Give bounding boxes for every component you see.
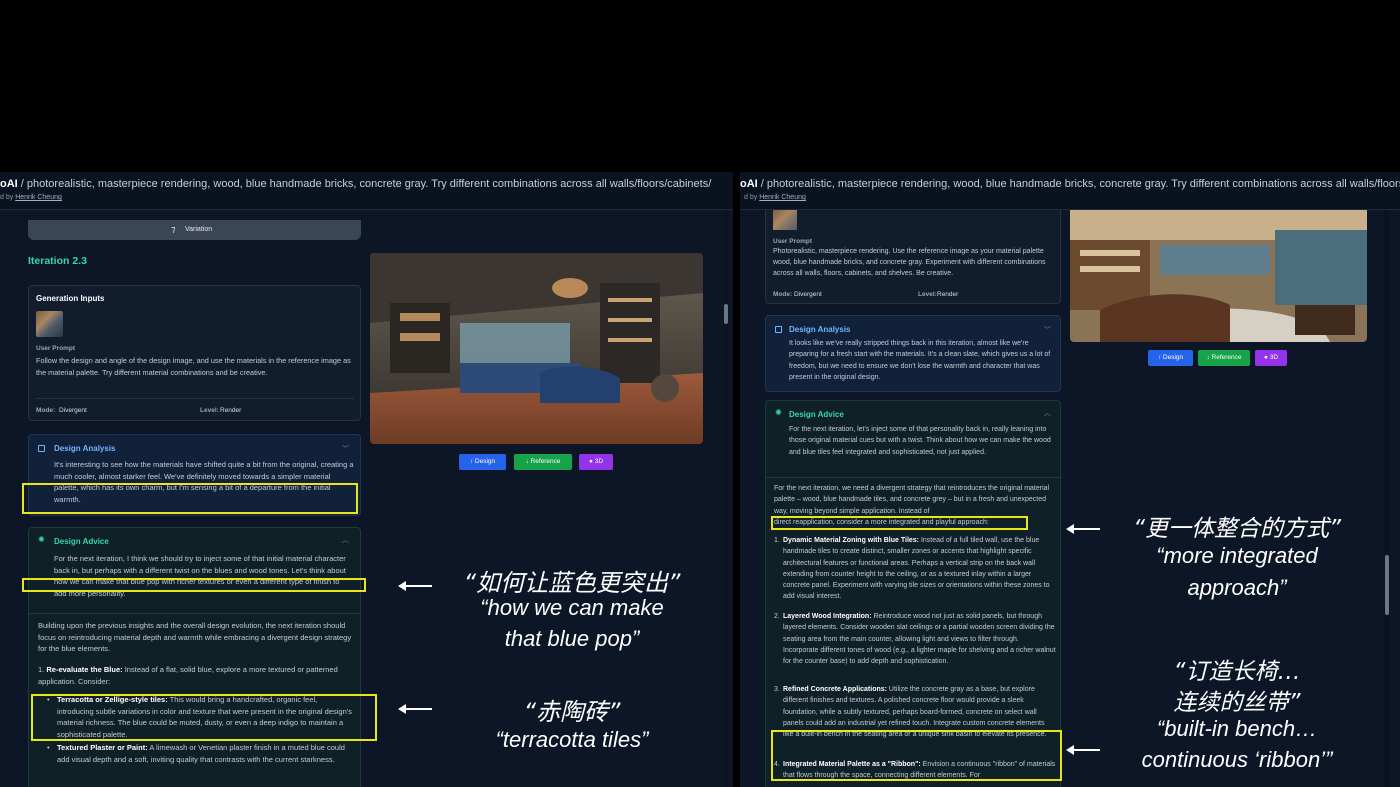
arrow-left-icon — [1066, 745, 1100, 755]
right-scrollbar[interactable] — [1384, 210, 1390, 787]
reference-button[interactable]: ↓ Reference — [1198, 350, 1250, 366]
user-prompt-label: User Prompt — [36, 345, 76, 352]
left-scrollbar[interactable] — [723, 212, 729, 787]
user-prompt-text: Photorealistic, masterpiece rendering. U… — [773, 248, 1046, 277]
chevron-down-icon[interactable]: ﹀ — [1044, 325, 1051, 335]
annotation-4-en-2: continuous ‘ribbon’” — [1141, 747, 1333, 772]
level-label: Level: — [200, 407, 219, 414]
right-byline: d by Henrik Cheung — [744, 194, 806, 201]
design-analysis-text: It looks like we've really stripped thin… — [789, 340, 1051, 381]
chevron-up-icon[interactable]: ︿ — [342, 535, 349, 545]
render-svg — [370, 253, 703, 444]
annotation-1-en-2: that blue pop” — [504, 626, 640, 651]
arrow-left-icon — [398, 581, 432, 591]
mode-label: Mode: — [36, 407, 56, 414]
design-advice-text: For the next iteration, let's inject som… — [789, 426, 1051, 456]
arrow-left-icon — [1066, 524, 1100, 534]
reference-button[interactable]: ↓ Reference — [514, 454, 572, 470]
design-button[interactable]: ↑ Design — [1148, 350, 1193, 366]
design-advice-text: For the next iteration, I think we shoul… — [54, 554, 346, 598]
mode-label: Mode: — [773, 291, 793, 298]
rendered-image[interactable] — [370, 253, 703, 444]
mode-value: Divergent — [59, 407, 87, 414]
chevron-down-icon[interactable]: ﹀ — [342, 444, 349, 454]
item-number: 3. — [774, 686, 780, 693]
level-value: Render — [220, 407, 242, 414]
rendered-image[interactable] — [1070, 210, 1367, 342]
highlight-box-ribbon — [771, 730, 1062, 781]
annotation-4-cn-2: 连续的丝带” — [1173, 690, 1301, 716]
design-advice-card: ✺ Design Advice ︿ For the next iteration… — [28, 527, 362, 787]
list-item-1: 1. Re-evaluate the Blue: Instead of a fl… — [38, 665, 338, 686]
left-title: oAI / photorealistic, masterpiece render… — [0, 178, 712, 190]
right-header: oAI / photorealistic, masterpiece render… — [740, 172, 1400, 210]
design-analysis-title: Design Analysis — [54, 444, 116, 453]
design-button[interactable]: ↑ Design — [459, 454, 506, 470]
advice-divider — [766, 477, 1062, 478]
lightbulb-icon: ✺ — [775, 408, 782, 417]
left-header: oAI / photorealistic, masterpiece render… — [0, 172, 733, 210]
design-advice-card: ✺ Design Advice ︿ For the next iteration… — [765, 400, 1062, 787]
annotation-3-en-1: “more integrated — [1156, 543, 1318, 568]
left-byline: d by Henrik Cheung — [0, 194, 62, 201]
reference-thumbnail[interactable] — [773, 210, 797, 230]
inputs-divider — [36, 398, 354, 399]
annotation-4-cn-1: “订造长椅… — [1173, 659, 1301, 685]
advice-divider — [29, 613, 362, 614]
generation-inputs-title: Generation Inputs — [36, 294, 105, 303]
highlight-box-analysis — [22, 483, 358, 514]
user-prompt-label: User Prompt — [773, 238, 813, 245]
reference-thumbnail[interactable] — [36, 311, 63, 337]
author-link[interactable]: Henrik Cheung — [759, 194, 806, 201]
design-analysis-title: Design Analysis — [789, 325, 851, 334]
generation-inputs-card: User Prompt Photorealistic, masterpiece … — [765, 210, 1061, 304]
lightbulb-icon: ✺ — [38, 535, 45, 544]
annotation-2-cn: “赤陶砖” — [523, 698, 621, 726]
highlight-box-terracotta — [31, 694, 377, 741]
annotation-3-cn: “更一体整合的方式” — [1133, 516, 1341, 542]
3d-button[interactable]: ● 3D — [579, 454, 613, 470]
3d-button[interactable]: ● 3D — [1255, 350, 1287, 366]
design-analysis-card: Design Analysis ﹀ It looks like we've re… — [765, 315, 1061, 392]
annotation-3-en-2: approach” — [1187, 575, 1287, 600]
annotation-4-en-1: “built-in bench… — [1156, 716, 1318, 741]
generation-inputs-card: Generation Inputs User Prompt Follow the… — [28, 285, 361, 421]
variation-icon: ⁊ — [171, 224, 176, 234]
highlight-box-integrated — [771, 516, 1028, 530]
iteration-title: Iteration 2.3 — [28, 255, 87, 267]
annotation-1-en-1: “how we can make — [480, 595, 664, 620]
arrow-left-icon — [398, 704, 432, 714]
variation-label: Variation — [185, 226, 213, 233]
bullet-dot: • — [47, 743, 50, 752]
building-text: Building upon the previous insights and … — [38, 621, 352, 653]
design-advice-title: Design Advice — [789, 410, 844, 419]
mode-value: Divergent — [794, 291, 822, 298]
chevron-up-icon[interactable]: ︿ — [1044, 408, 1051, 418]
scroll-thumb[interactable] — [724, 304, 728, 324]
annotation-2-en: “terracotta tiles” — [495, 727, 649, 752]
annotation-1-cn: “如何让蓝色更突出” — [463, 569, 681, 597]
chart-icon — [775, 326, 782, 333]
author-link[interactable]: Henrik Cheung — [15, 194, 62, 201]
variation-bar[interactable]: ⁊ Variation — [28, 220, 361, 240]
render-svg — [1070, 210, 1367, 342]
user-prompt-text: Follow the design and angle of the desig… — [36, 356, 351, 377]
level-value: Render — [937, 291, 959, 298]
item-1: 1. Dynamic Material Zoning with Blue Tile… — [774, 537, 1050, 601]
level-label: Level: — [918, 291, 937, 298]
right-title: oAI / photorealistic, masterpiece render… — [740, 178, 1400, 190]
chart-icon — [38, 445, 45, 452]
item-number: 1. — [774, 537, 780, 544]
item-number: 2. — [774, 613, 780, 620]
bullet-2: • Textured Plaster or Paint: A limewash … — [47, 743, 345, 764]
scroll-thumb[interactable] — [1385, 555, 1389, 615]
item-2: 2. Layered Wood Integration: Reintroduce … — [774, 613, 1056, 666]
highlight-box-blue-pop — [22, 578, 366, 592]
design-advice-title: Design Advice — [54, 537, 109, 546]
